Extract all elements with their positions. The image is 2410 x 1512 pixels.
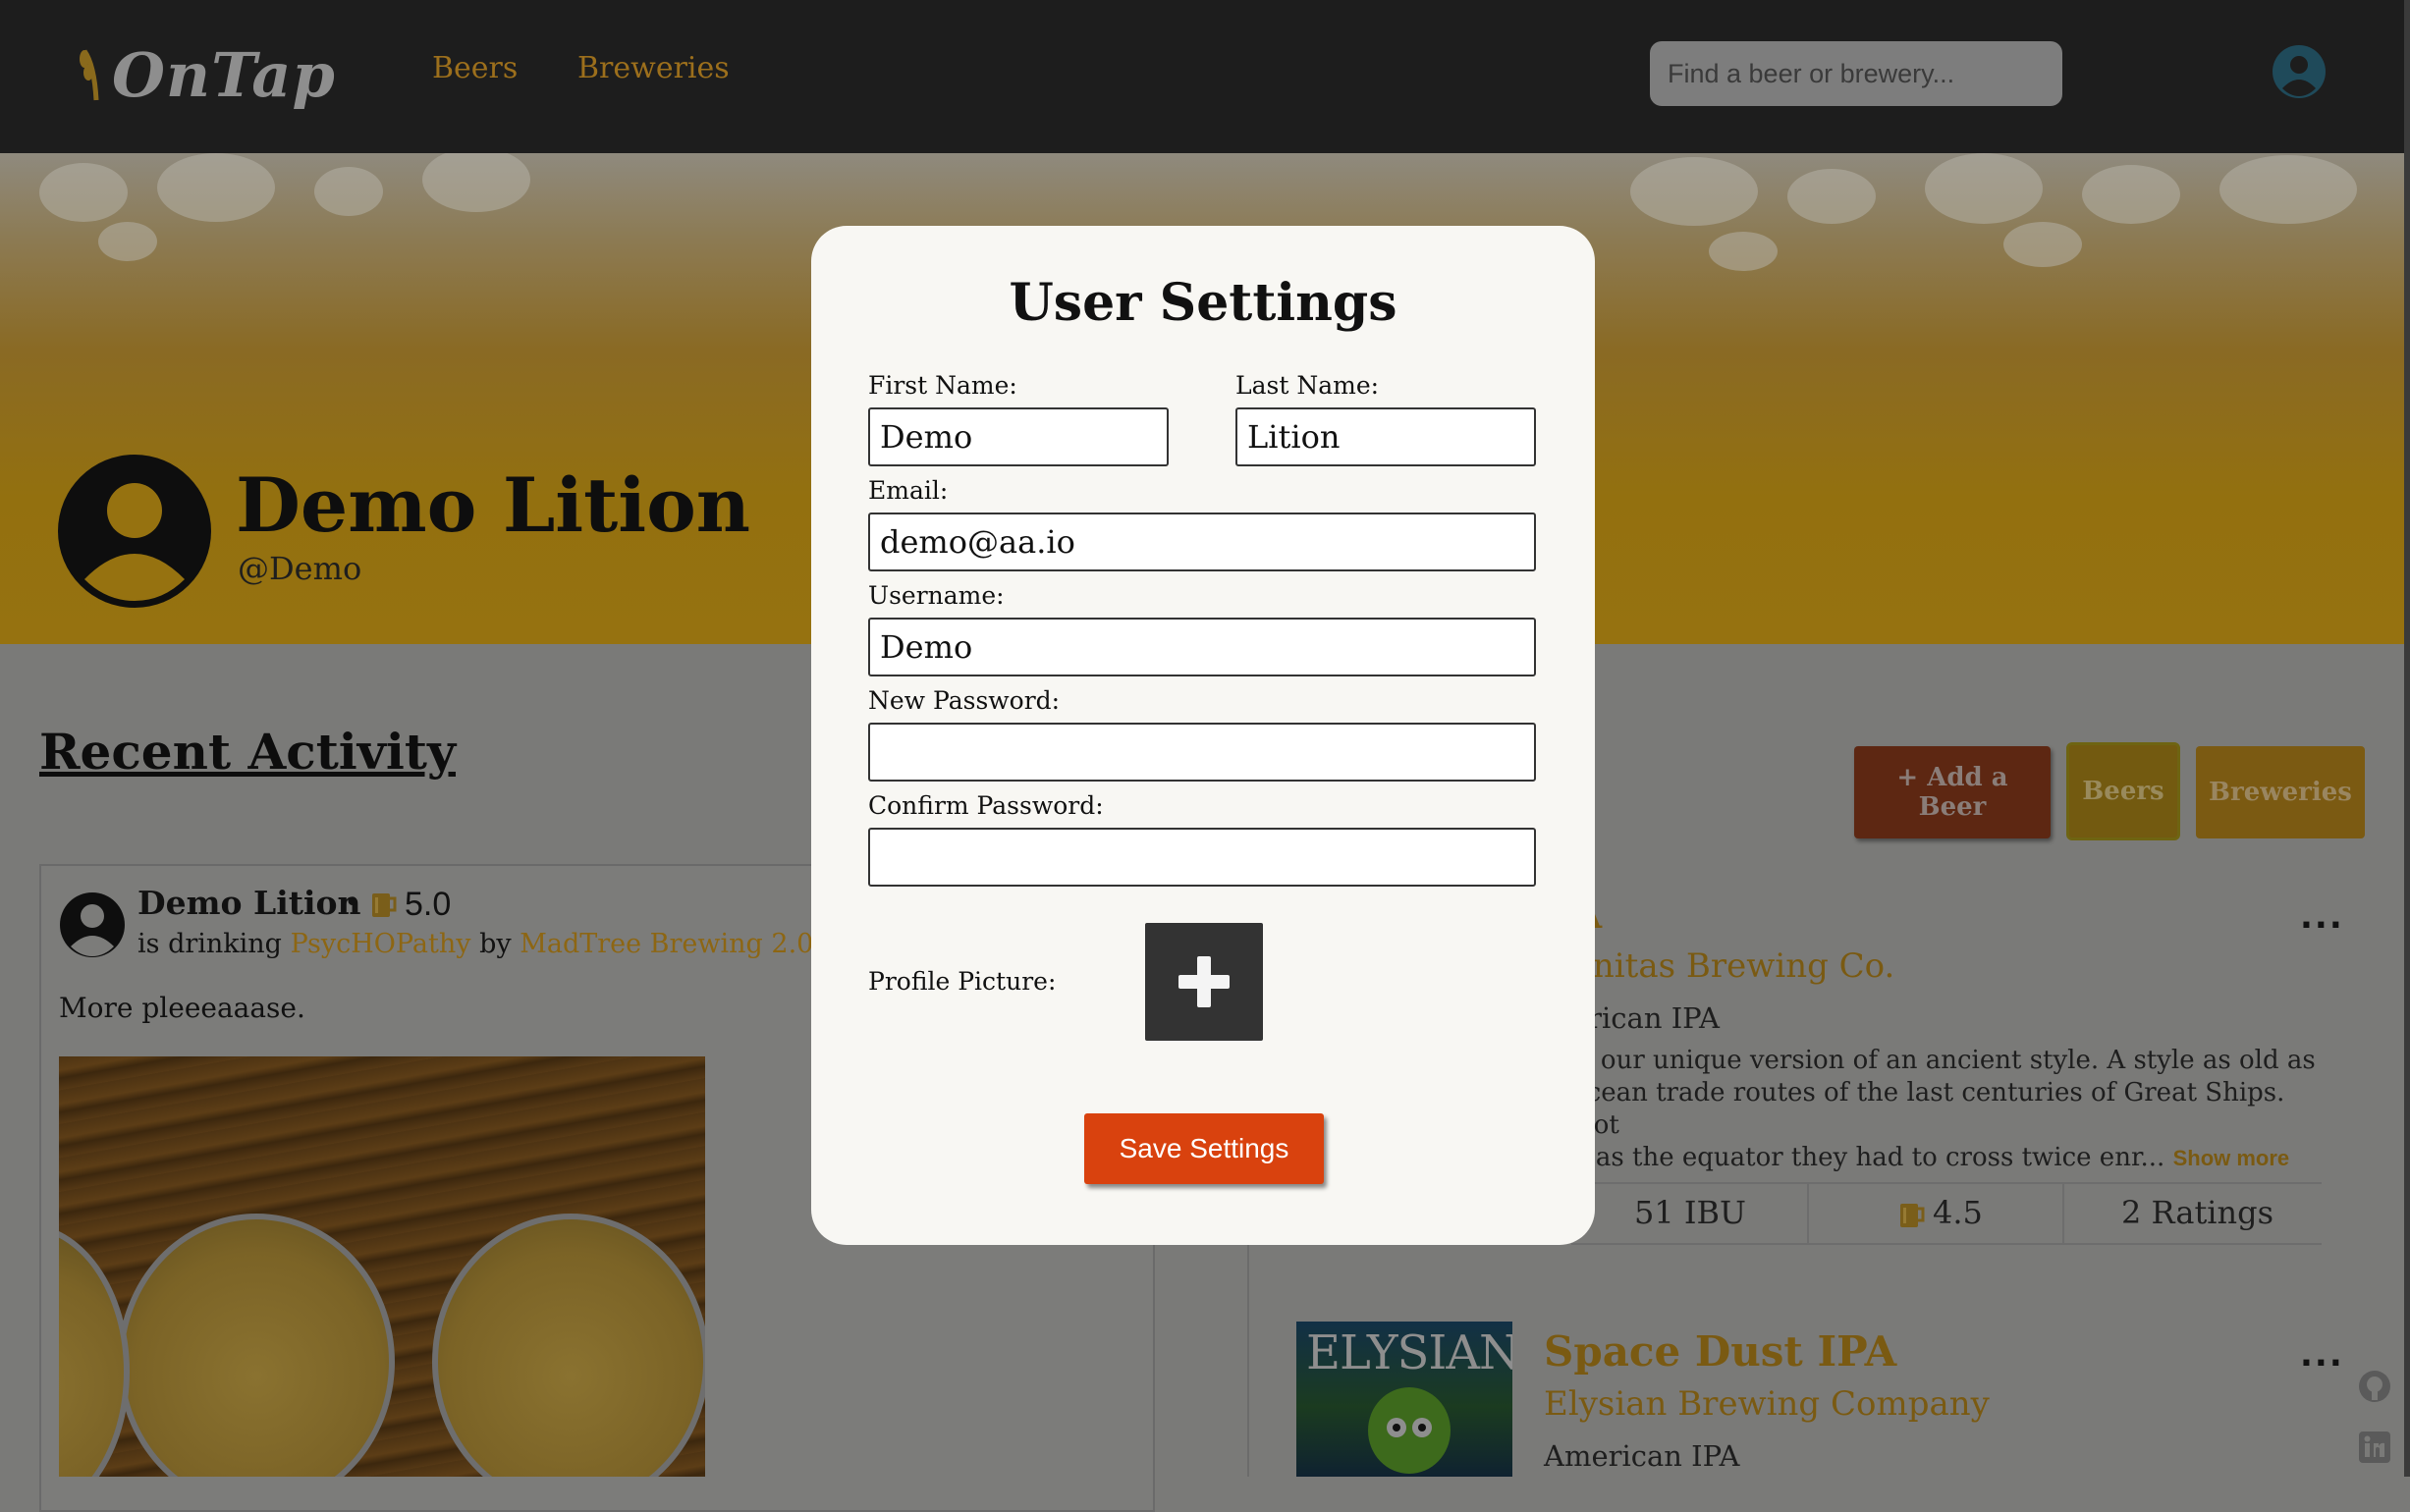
beer-mug-icon <box>372 893 397 917</box>
beer-image[interactable]: ELYSIAN <box>1296 1322 1512 1477</box>
post-brewery-link[interactable]: MadTree Brewing 2.0 <box>520 929 813 959</box>
beer-description: is our unique version of an ancient styl… <box>1571 1045 2318 1174</box>
post-by: by <box>479 929 512 959</box>
beer-rating: 4.5 <box>1933 1194 1983 1231</box>
new-password-label: New Password: <box>868 686 1061 715</box>
recent-activity-heading: Recent Activity <box>39 723 456 781</box>
new-password-field[interactable] <box>868 723 1536 782</box>
confirm-password-field[interactable] <box>868 828 1536 887</box>
first-name-field[interactable] <box>868 407 1169 466</box>
last-name-field[interactable] <box>1235 407 1536 466</box>
last-name-label: Last Name: <box>1235 371 1380 400</box>
plus-icon <box>1178 956 1230 1007</box>
search-input[interactable] <box>1650 41 2062 106</box>
beer-image-text: ELYSIAN <box>1306 1325 1512 1380</box>
tab-beers[interactable]: Beers <box>2066 742 2180 840</box>
email-field[interactable] <box>868 513 1536 571</box>
beer-brewery-link[interactable]: Elysian Brewing Company <box>1544 1384 1990 1424</box>
beer-menu-button[interactable]: ... <box>2300 1335 2344 1375</box>
beer-style: American IPA <box>1544 1439 1740 1473</box>
first-name-label: First Name: <box>868 371 1017 400</box>
post-comment: More pleeeaaase. <box>59 992 305 1024</box>
post-description: is drinking PsycHOPathy by MadTree Brewi… <box>137 929 813 959</box>
scrollbar[interactable] <box>2404 0 2410 1477</box>
email-label: Email: <box>868 476 949 505</box>
beer-ibu: 51 IBU <box>1634 1194 1747 1231</box>
post-rating: 5.0 <box>405 886 452 923</box>
beer-name[interactable]: Space Dust IPA <box>1544 1327 1896 1376</box>
upload-picture-button[interactable] <box>1145 923 1263 1041</box>
profile-handle: @Demo <box>238 550 362 587</box>
add-beer-button[interactable]: + Add a Beer <box>1854 746 2051 838</box>
profile-avatar-icon <box>58 455 211 608</box>
post-username[interactable]: Demo Lition <box>137 884 361 922</box>
logo-text: OnTap <box>112 38 336 111</box>
logo[interactable]: OnTap <box>77 35 336 114</box>
profile-name: Demo Lition <box>236 461 751 549</box>
beer-mug-icon <box>1900 1204 1925 1227</box>
user-circle-icon[interactable] <box>2271 43 2328 100</box>
username-label: Username: <box>868 581 1005 610</box>
beer-description-line: d as the equator they had to cross twice… <box>1571 1143 2165 1172</box>
post-photo <box>59 1056 705 1477</box>
beer-brewery-link[interactable]: unitas Brewing Co. <box>1571 946 1894 986</box>
show-more-link[interactable]: Show more <box>2173 1146 2290 1170</box>
username-field[interactable] <box>868 618 1536 676</box>
tab-breweries[interactable]: Breweries <box>2196 746 2365 838</box>
profile-picture-label: Profile Picture: <box>868 967 1057 996</box>
modal-title: User Settings <box>1009 273 1397 333</box>
top-nav: OnTap Beers Breweries <box>0 0 2410 153</box>
hop-illustration <box>1368 1387 1451 1474</box>
post-separator: • <box>344 886 361 920</box>
linkedin-icon[interactable] <box>2357 1430 2392 1465</box>
wheat-icon <box>80 49 99 101</box>
beer-description-line: ocean trade routes of the last centuries… <box>1571 1078 2285 1140</box>
beer-menu-button[interactable]: ... <box>2300 897 2344 937</box>
confirm-password-label: Confirm Password: <box>868 791 1104 820</box>
user-settings-modal: User Settings First Name: Last Name: Ema… <box>811 226 1595 1245</box>
github-icon[interactable] <box>2357 1369 2392 1404</box>
beer-description-line: is our unique version of an ancient styl… <box>1571 1046 2316 1075</box>
save-settings-button[interactable]: Save Settings <box>1084 1113 1324 1184</box>
nav-link-beers[interactable]: Beers <box>432 51 518 85</box>
nav-link-breweries[interactable]: Breweries <box>577 51 730 85</box>
beer-stats: 51 IBU 4.5 2 Ratings <box>1571 1182 2322 1245</box>
post-text-prefix: is drinking <box>137 929 282 959</box>
post-avatar-icon[interactable] <box>59 891 126 958</box>
post-beer-link[interactable]: PsycHOPathy <box>291 929 471 959</box>
beer-ratings-count: 2 Ratings <box>2121 1194 2274 1231</box>
